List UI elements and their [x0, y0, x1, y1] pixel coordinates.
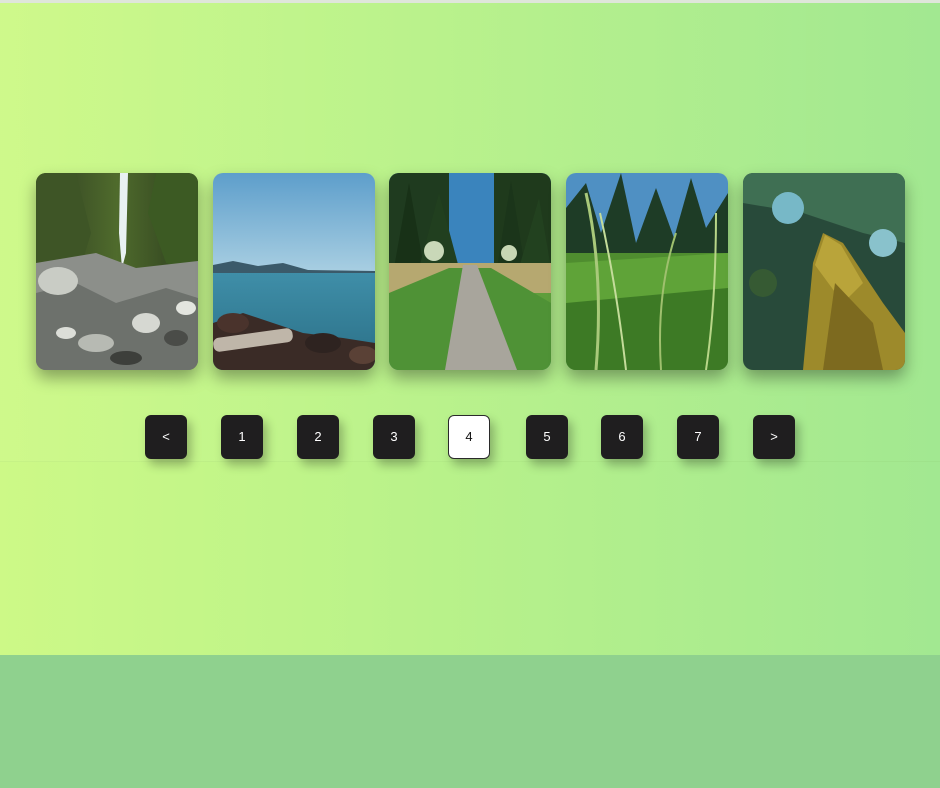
mossy-tree-trunk-photo [743, 173, 905, 370]
page-3-button[interactable]: 3 [373, 415, 415, 459]
page-4-button-active[interactable]: 4 [448, 415, 490, 459]
page-1-button[interactable]: 1 [221, 415, 263, 459]
pagination: < 1 2 3 4 5 6 7 > [0, 415, 940, 461]
forest-path-photo [389, 173, 551, 370]
next-page-button[interactable]: > [753, 415, 795, 459]
bottom-band [0, 655, 940, 788]
waterfall-rocks-photo [36, 173, 198, 370]
page-2-button[interactable]: 2 [297, 415, 339, 459]
tall-grass-photo [566, 173, 728, 370]
page-6-button[interactable]: 6 [601, 415, 643, 459]
gallery-card-2[interactable] [213, 173, 375, 370]
image-gallery [36, 173, 905, 370]
prev-page-button[interactable]: < [145, 415, 187, 459]
page-7-button[interactable]: 7 [677, 415, 719, 459]
gallery-card-4[interactable] [566, 173, 728, 370]
lake-rocky-shore-photo [213, 173, 375, 370]
gallery-card-1[interactable] [36, 173, 198, 370]
gallery-card-3[interactable] [389, 173, 551, 370]
gallery-card-5[interactable] [743, 173, 905, 370]
page-5-button[interactable]: 5 [526, 415, 568, 459]
